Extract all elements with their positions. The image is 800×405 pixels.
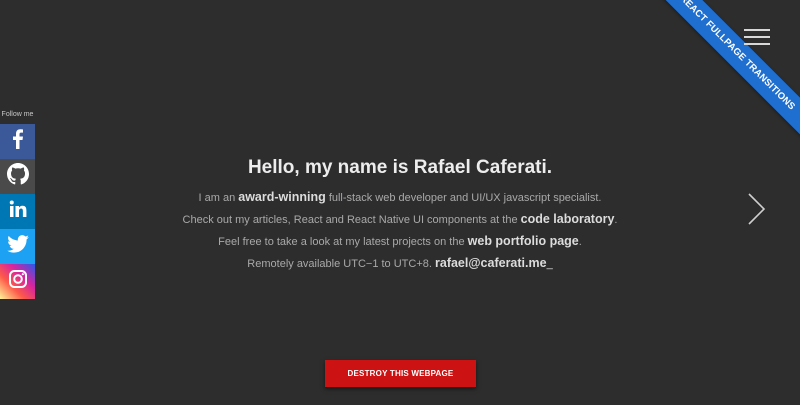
hamburger-icon [744, 43, 770, 45]
award-winning-highlight: award-winning [238, 190, 326, 204]
intro-text: Remotely available UTC−1 to UTC+8. [247, 258, 432, 270]
facebook-icon [9, 129, 27, 154]
next-slide-button[interactable] [746, 192, 766, 226]
hamburger-icon [744, 36, 770, 38]
hamburger-icon [744, 29, 770, 31]
intro-line-4: Remotely available UTC−1 to UTC+8. rafae… [0, 253, 800, 275]
facebook-link[interactable] [0, 124, 35, 159]
intro-text: . [578, 236, 582, 248]
ribbon-container: REACT FULLPAGE TRANSITIONS [640, 0, 800, 160]
intro-text: . [614, 214, 618, 226]
code-laboratory-link[interactable]: code laboratory [521, 212, 615, 226]
ribbon-banner[interactable]: REACT FULLPAGE TRANSITIONS [640, 0, 800, 151]
typing-cursor: _ [546, 258, 553, 270]
page-title: Hello, my name is Rafael Caferati. [247, 157, 553, 178]
email-link[interactable]: rafael@caferati.me [435, 256, 547, 270]
intro-line-2: Check out my articles, React and React N… [0, 209, 800, 231]
intro-text: full-stack web developer and UI/UX javas… [328, 192, 602, 204]
intro-line-1: I am an award-winning full-stack web dev… [0, 187, 800, 209]
chevron-right-icon [746, 193, 766, 230]
social-title: Follow me [1, 111, 34, 118]
intro-text: Check out my articles, React and React N… [182, 214, 518, 226]
intro-text: Feel free to take a look at my latest pr… [218, 236, 465, 248]
intro-line-3: Feel free to take a look at my latest pr… [0, 231, 800, 253]
destroy-webpage-button[interactable]: DESTROY THIS WEBPAGE [325, 360, 476, 387]
menu-button[interactable] [744, 29, 770, 45]
intro-text: I am an [198, 192, 236, 204]
intro-section: Hello, my name is Rafael Caferati. I am … [0, 157, 800, 275]
web-portfolio-link[interactable]: web portfolio page [468, 234, 579, 248]
